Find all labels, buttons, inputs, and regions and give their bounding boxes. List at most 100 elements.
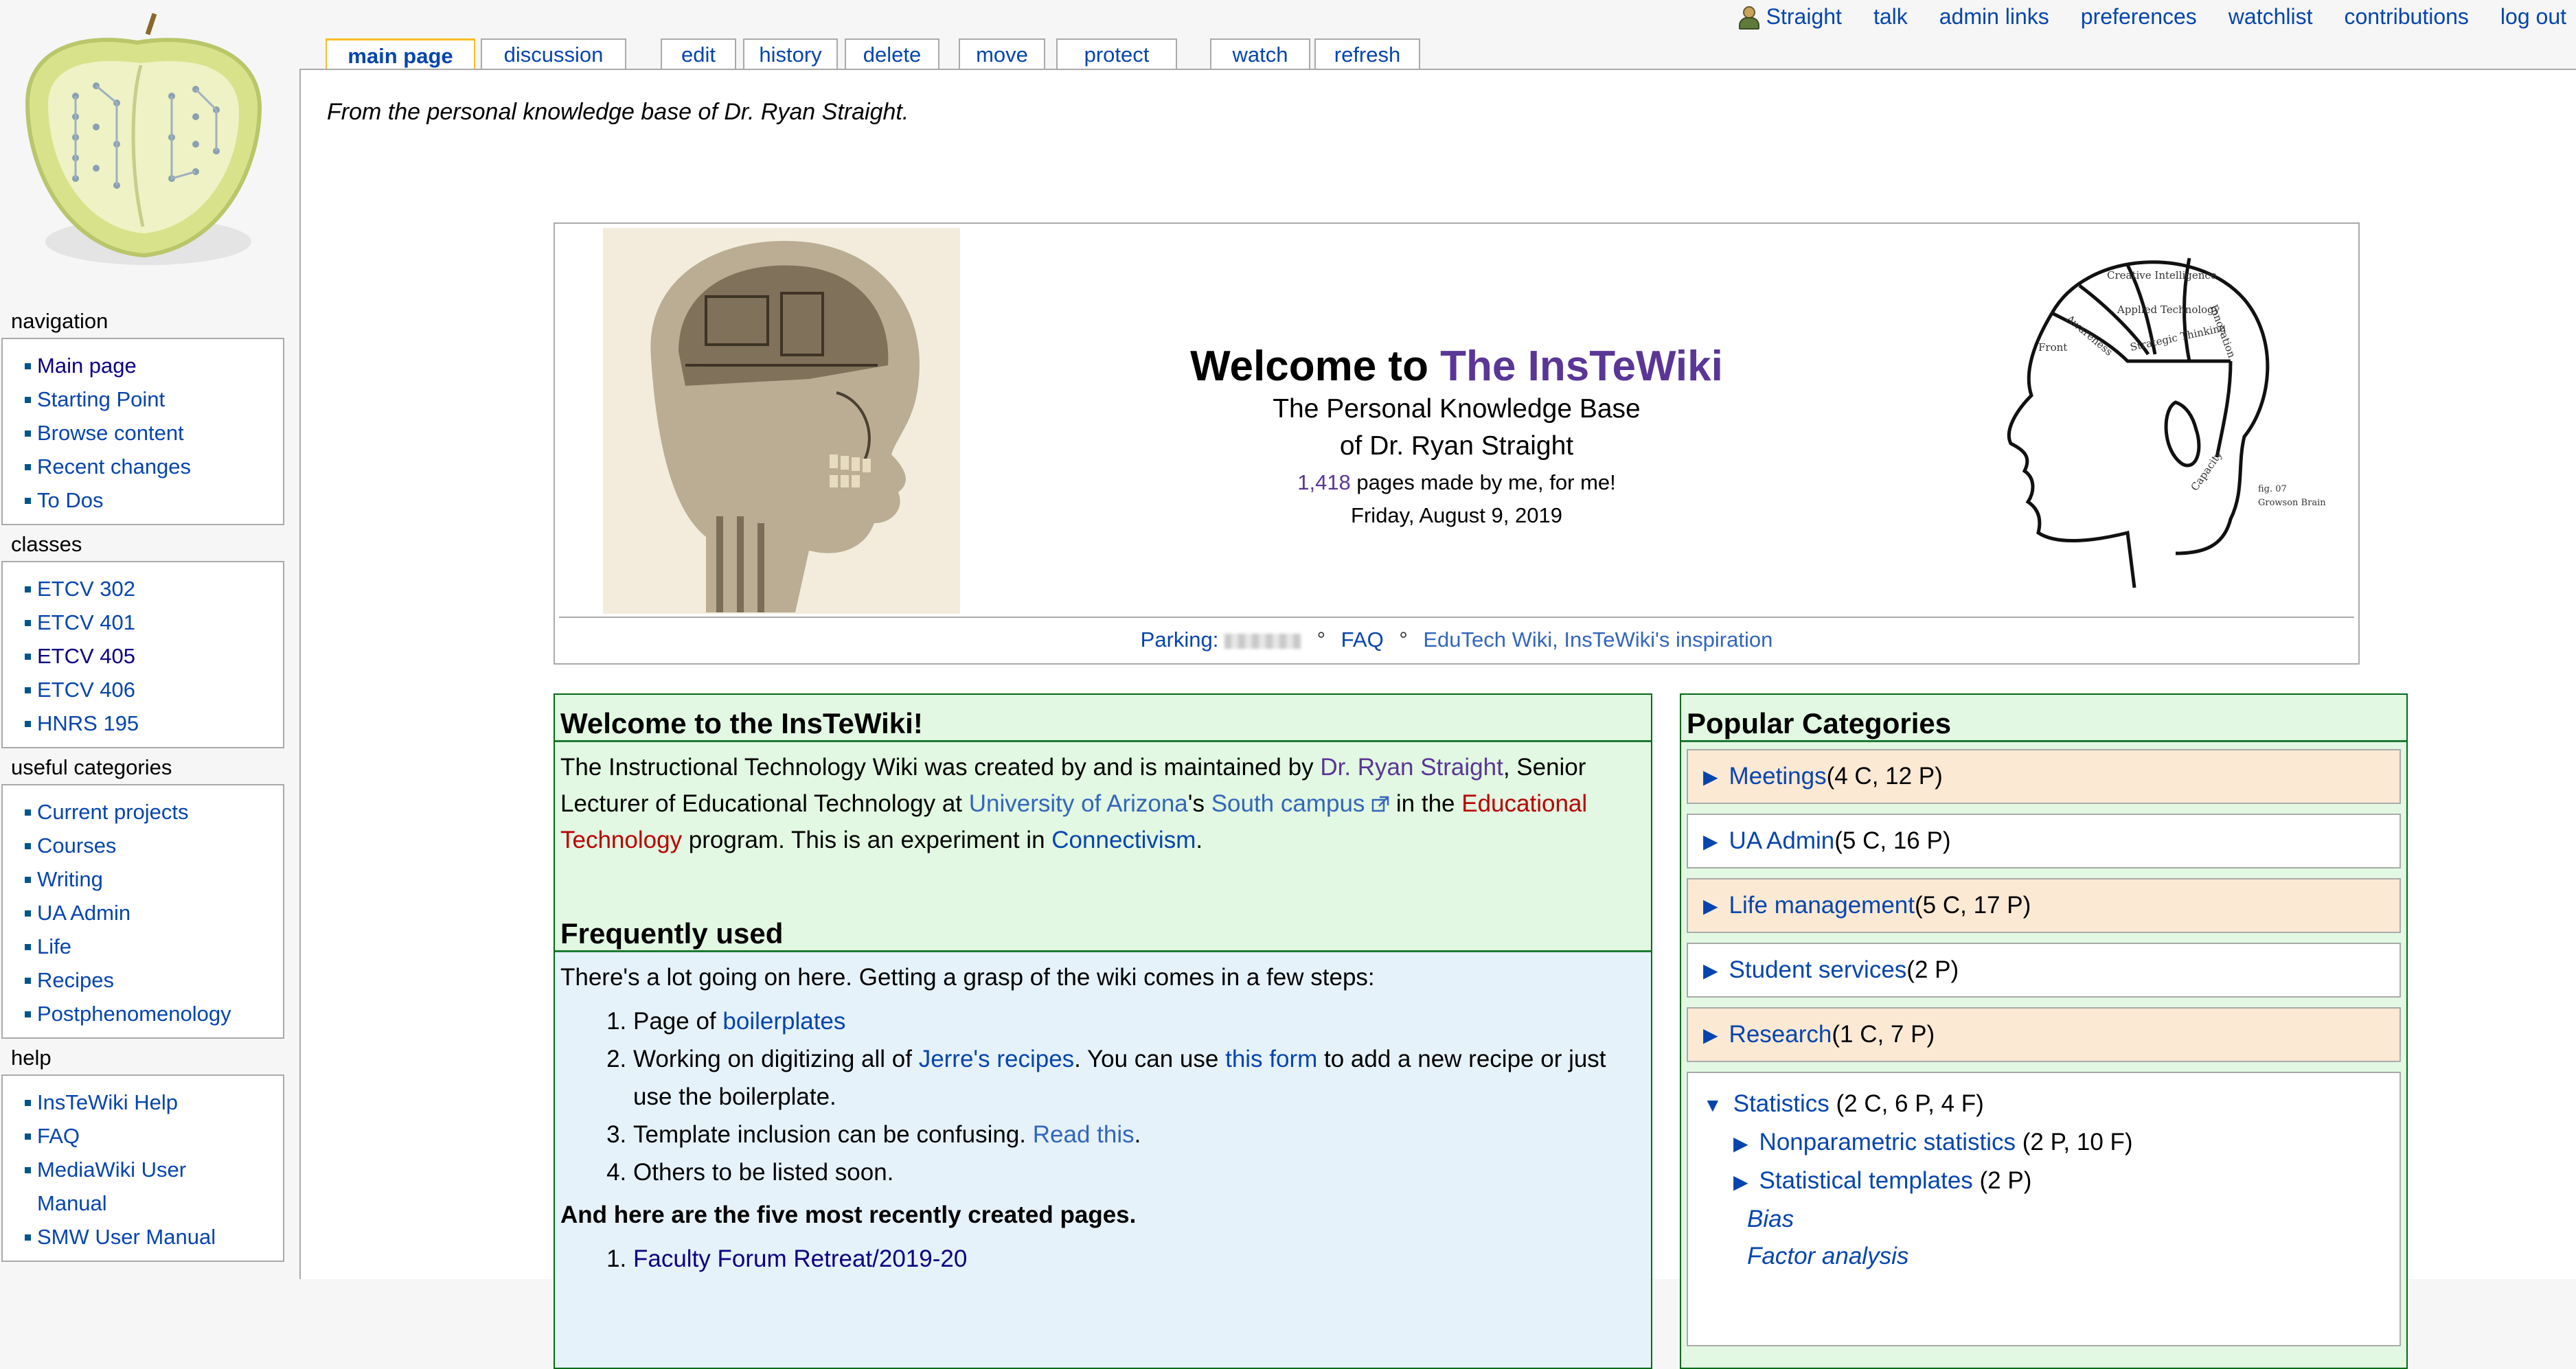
list-item: Working on digitizing all of Jerre's rec… <box>633 1040 1651 1116</box>
sidebar-item-ua-admin[interactable]: UA Admin <box>37 901 130 925</box>
username-link[interactable]: Straight <box>1766 4 1842 30</box>
sidebar-item-etcv-401[interactable]: ETCV 401 <box>37 610 135 634</box>
logout-link[interactable]: log out <box>2500 4 2566 30</box>
preferences-link[interactable]: preferences <box>2081 4 2197 30</box>
list-item: Page of boilerplates <box>633 1002 1651 1040</box>
read-this-link[interactable]: Read this <box>1033 1121 1135 1148</box>
page-count-link[interactable]: 1,418 <box>1297 470 1351 494</box>
sidebar-item-postphenomenology[interactable]: Postphenomenology <box>37 1002 231 1026</box>
sidebar-item-writing[interactable]: Writing <box>37 867 103 891</box>
category-life-management[interactable]: ▶ Life management (5 C, 17 P) <box>1687 878 2401 933</box>
this-form-link[interactable]: this form <box>1225 1046 1317 1072</box>
portlet-help: help InsTeWiki Help FAQ MediaWiki User Ma… <box>0 1046 295 1262</box>
subcategory-nonparametric[interactable]: ▶ Nonparametric statistics (2 P, 10 F) <box>1703 1124 2400 1162</box>
recent-pages-list: Faculty Forum Retreat/2019-20 <box>555 1240 1651 1278</box>
sidebar-item-life[interactable]: Life <box>37 934 71 958</box>
popular-categories-box: Popular Categories ▶ Meetings (4 C, 12 P)… <box>1680 693 2408 1369</box>
user-page-link[interactable]: Straight <box>1737 4 1842 30</box>
tab-watch[interactable]: watch <box>1210 38 1310 70</box>
tab-discussion[interactable]: discussion <box>481 38 626 70</box>
personal-tools: Straight talk admin links preferences wa… <box>1737 0 2566 33</box>
category-research[interactable]: ▶ Research (1 C, 7 P) <box>1687 1007 2401 1062</box>
category-link[interactable]: Life management <box>1729 892 1915 919</box>
category-count: (4 C, 12 P) <box>1826 763 1943 790</box>
sidebar-item-instewiki-help[interactable]: InsTeWiki Help <box>37 1090 178 1114</box>
expand-arrow-icon[interactable]: ▶ <box>1733 1171 1748 1193</box>
sidebar-item-courses[interactable]: Courses <box>37 833 116 858</box>
category-ua-admin[interactable]: ▶ UA Admin (5 C, 16 P) <box>1687 814 2401 868</box>
banner-title-link[interactable]: The InsTeWiki <box>1440 343 1723 390</box>
tab-refresh[interactable]: refresh <box>1314 38 1420 70</box>
tab-main-page[interactable]: main page <box>326 38 475 72</box>
university-link[interactable]: University of Arizona <box>969 790 1188 817</box>
sidebar-item-recipes[interactable]: Recipes <box>37 968 114 992</box>
sidebar-item-starting-point[interactable]: Starting Point <box>37 387 165 411</box>
page-link[interactable]: Factor analysis <box>1747 1243 1908 1269</box>
category-link[interactable]: Research <box>1729 1021 1832 1048</box>
recent-page-link[interactable]: Faculty Forum Retreat/2019-20 <box>633 1245 967 1272</box>
subcategory-statistical-templates[interactable]: ▶ Statistical templates (2 P) <box>1703 1162 2400 1201</box>
sidebar-item-to-dos[interactable]: To Dos <box>37 488 103 512</box>
sidebar-item-etcv-405[interactable]: ETCV 405 <box>37 644 135 668</box>
category-link[interactable]: Student services <box>1729 956 1907 984</box>
banner-divider <box>559 617 2354 618</box>
author-link[interactable]: Dr. Ryan Straight <box>1320 754 1503 781</box>
category-link[interactable]: Statistics <box>1733 1090 1830 1117</box>
sidebar-item-etcv-302[interactable]: ETCV 302 <box>37 577 135 601</box>
expand-arrow-icon[interactable]: ▶ <box>1703 895 1718 917</box>
expand-arrow-icon[interactable]: ▶ <box>1703 1024 1718 1046</box>
tab-delete[interactable]: delete <box>845 38 939 70</box>
connectivism-link[interactable]: Connectivism <box>1051 827 1196 853</box>
page-link[interactable]: Bias <box>1747 1206 1794 1232</box>
boilerplates-link[interactable]: boilerplates <box>722 1008 845 1035</box>
expand-arrow-icon[interactable]: ▶ <box>1703 959 1718 982</box>
sidebar-item-smw-user-manual[interactable]: SMW User Manual <box>37 1225 216 1249</box>
category-link[interactable]: UA Admin <box>1729 827 1835 855</box>
category-statistics-row[interactable]: ▼ Statistics (2 C, 6 P, 4 F) <box>1703 1085 2400 1124</box>
tab-refresh-label: refresh <box>1334 43 1401 67</box>
category-meetings[interactable]: ▶ Meetings (4 C, 12 P) <box>1687 749 2401 804</box>
watchlist-link[interactable]: watchlist <box>2229 4 2313 30</box>
apple-circuit-logo-icon <box>25 12 262 265</box>
subcategory-link[interactable]: Statistical templates <box>1759 1167 1973 1194</box>
portlet-useful-categories: useful categories Current projects Cours… <box>0 755 295 1039</box>
phren-label-brain: Growson Brain <box>2258 498 2326 508</box>
category-link[interactable]: Meetings <box>1729 763 1827 790</box>
tab-move-label: move <box>976 43 1028 67</box>
category-count: (2 P) <box>1906 956 1959 983</box>
wiki-logo[interactable] <box>0 0 299 295</box>
item-text: Template inclusion can be confusing. <box>633 1121 1033 1148</box>
sidebar-item-browse-content[interactable]: Browse content <box>37 421 184 445</box>
collapse-arrow-icon[interactable]: ▼ <box>1703 1094 1722 1116</box>
sidebar-item-current-projects[interactable]: Current projects <box>37 800 189 824</box>
sidebar-item-mediawiki-user-manual[interactable]: MediaWiki User Manual <box>37 1158 186 1215</box>
talk-link[interactable]: talk <box>1873 4 1908 30</box>
category-student-services[interactable]: ▶ Student services (2 P) <box>1687 943 2401 998</box>
expand-arrow-icon[interactable]: ▶ <box>1703 766 1718 788</box>
welcome-heading: Welcome to the InsTeWiki! <box>555 707 1651 742</box>
contributions-link[interactable]: contributions <box>2344 4 2468 30</box>
portlet-navigation: navigation Main page Starting Point Brow… <box>0 309 295 525</box>
recent-pages-heading: And here are the five most recently crea… <box>560 1201 1137 1228</box>
tab-protect[interactable]: protect <box>1056 38 1177 70</box>
subcategory-link[interactable]: Nonparametric statistics <box>1759 1129 2016 1155</box>
sidebar-item-hnrs-195[interactable]: HNRS 195 <box>37 711 139 735</box>
edutech-wiki-link[interactable]: EduTech Wiki, InsTeWiki's inspiration <box>1423 628 1773 652</box>
sidebar-item-recent-changes[interactable]: Recent changes <box>37 455 191 479</box>
tab-delete-label: delete <box>863 43 922 67</box>
tab-move[interactable]: move <box>959 38 1045 70</box>
admin-links-link[interactable]: admin links <box>1939 4 2049 30</box>
jerres-recipes-link[interactable]: Jerre's recipes <box>919 1046 1074 1072</box>
sidebar-item-etcv-406[interactable]: ETCV 406 <box>37 678 135 702</box>
tab-edit[interactable]: edit <box>661 38 736 70</box>
sidebar-item-faq[interactable]: FAQ <box>37 1124 80 1148</box>
sidebar-item-main-page[interactable]: Main page <box>37 354 137 378</box>
faq-link[interactable]: FAQ <box>1341 628 1384 652</box>
list-item: Template inclusion can be confusing. Rea… <box>633 1116 1651 1153</box>
expand-arrow-icon[interactable]: ▶ <box>1703 830 1718 853</box>
south-campus-link[interactable]: South campus <box>1211 790 1389 817</box>
portlet-help-title: help <box>11 1046 52 1070</box>
tab-history[interactable]: history <box>743 38 838 70</box>
parking-label[interactable]: Parking: <box>1141 628 1219 652</box>
expand-arrow-icon[interactable]: ▶ <box>1733 1133 1748 1154</box>
